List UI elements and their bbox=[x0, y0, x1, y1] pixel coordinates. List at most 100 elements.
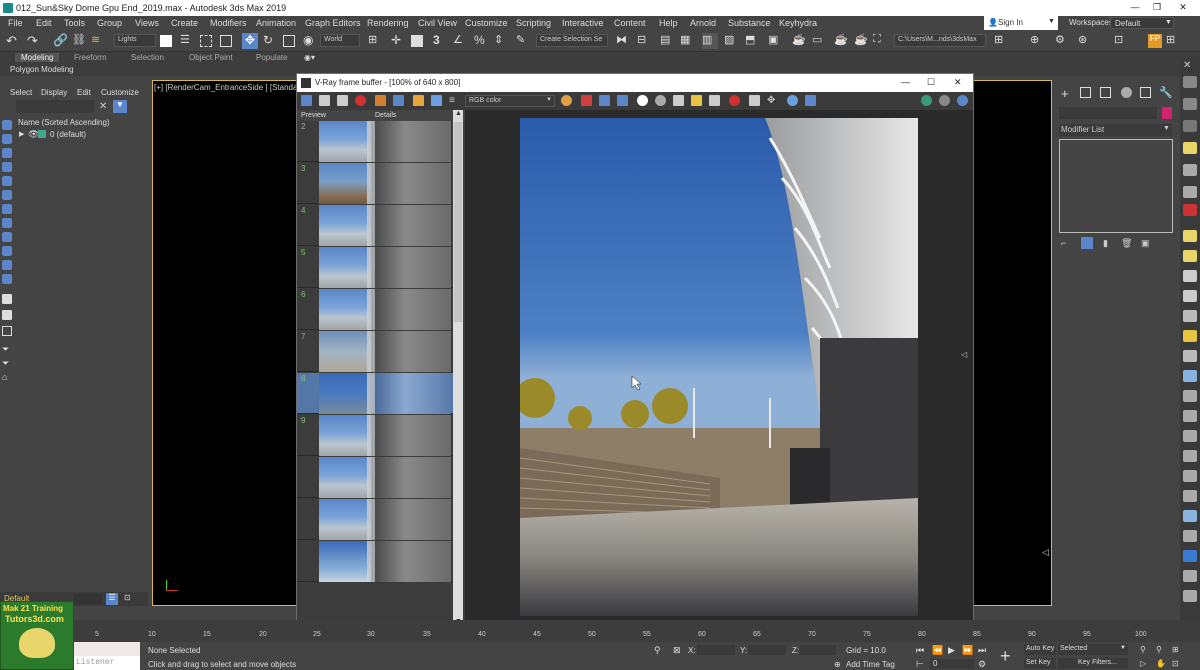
scale-icon[interactable] bbox=[283, 35, 295, 47]
tab-customize[interactable]: Customize bbox=[101, 88, 139, 97]
play-icon[interactable]: ▶ bbox=[948, 645, 955, 656]
utilities-tab-icon[interactable]: 🔧 bbox=[1159, 86, 1173, 99]
project-folder-icon[interactable]: ⊞ bbox=[994, 33, 1010, 49]
ribbon-options-icon[interactable]: ◉▾ bbox=[304, 53, 315, 62]
filter-icon[interactable]: ▼ bbox=[113, 100, 127, 113]
filter-funnel2-icon[interactable]: ⏷ bbox=[2, 358, 9, 369]
configure-modifier-sets-icon[interactable]: ▣ bbox=[1141, 238, 1150, 249]
display-geometry-icon[interactable] bbox=[2, 134, 12, 144]
save-all-icon[interactable] bbox=[673, 95, 684, 106]
close-icon[interactable]: ✕ bbox=[1176, 2, 1190, 14]
tool-1-icon[interactable] bbox=[1183, 76, 1197, 88]
nav-fov-icon[interactable]: ✋ bbox=[1156, 659, 1166, 668]
invert-display-icon[interactable] bbox=[2, 326, 12, 336]
menu-rendering[interactable]: Rendering bbox=[367, 18, 409, 28]
selection-filter-dropdown[interactable]: Lights bbox=[114, 34, 156, 47]
percent-snap-icon[interactable]: % bbox=[474, 33, 490, 49]
tool-13-icon[interactable] bbox=[1183, 330, 1197, 342]
redo-icon[interactable]: ↷ bbox=[27, 33, 43, 49]
copy-to-max-icon[interactable] bbox=[375, 95, 386, 106]
mirror-icon[interactable]: ⧓ bbox=[616, 33, 632, 49]
history-item[interactable]: 7 bbox=[297, 331, 453, 372]
listener-top[interactable] bbox=[74, 642, 140, 656]
history-item[interactable]: 2 bbox=[297, 121, 453, 162]
modifier-list-dropdown[interactable]: Modifier List ▼ bbox=[1059, 124, 1172, 136]
toggle-ribbon-icon[interactable]: ▥ bbox=[702, 33, 718, 49]
remove-modifier-icon[interactable]: 🗑 bbox=[1121, 238, 1132, 249]
forest-pack-icon[interactable]: FP bbox=[1148, 34, 1162, 48]
object-color-swatch[interactable] bbox=[1162, 107, 1172, 119]
rotate-icon[interactable]: ↻ bbox=[263, 33, 279, 49]
select-object-icon[interactable] bbox=[160, 35, 172, 47]
tool-9-icon[interactable] bbox=[1183, 250, 1197, 262]
pin-stack-icon[interactable]: ⌐ bbox=[1061, 238, 1066, 248]
history-item-selected[interactable]: 8 bbox=[297, 373, 453, 414]
render-region-icon[interactable]: ⛶ bbox=[873, 33, 889, 49]
set-key-button[interactable]: Set Key bbox=[1024, 658, 1056, 669]
tab-selection[interactable]: Selection bbox=[131, 53, 164, 62]
tab-select[interactable]: Select bbox=[10, 88, 32, 97]
y-coordinate-field[interactable] bbox=[748, 645, 786, 655]
snaps-toggle-icon[interactable]: 3 bbox=[433, 33, 449, 49]
move-icon[interactable]: ✥ bbox=[242, 33, 258, 49]
display-bones-icon[interactable] bbox=[2, 246, 12, 256]
project-path-dropdown[interactable]: C:\Users\M...nds\3dsMax bbox=[894, 34, 986, 47]
display-none2-icon[interactable] bbox=[2, 310, 12, 320]
explorer-options-icon[interactable]: ⊡ bbox=[124, 593, 136, 605]
link-icon[interactable]: 🔗 bbox=[53, 33, 69, 49]
pixel-info-icon[interactable] bbox=[805, 95, 816, 106]
make-unique-icon[interactable]: ▮ bbox=[1103, 238, 1108, 249]
key-filters-button[interactable]: Key Filters... bbox=[1058, 658, 1128, 669]
menu-file[interactable]: File bbox=[8, 18, 23, 28]
schematic-view-icon[interactable]: ⬒ bbox=[745, 33, 761, 49]
track-mouse-icon[interactable] bbox=[749, 95, 760, 106]
render-iterative-icon[interactable]: ☕ bbox=[854, 33, 870, 49]
menu-modifiers[interactable]: Modifiers bbox=[210, 18, 247, 28]
edit-named-sets-icon[interactable]: ✎ bbox=[516, 33, 532, 49]
ipr-pause-icon[interactable] bbox=[939, 95, 950, 106]
layers-icon[interactable] bbox=[393, 95, 404, 106]
restore-icon[interactable]: ❐ bbox=[1150, 2, 1164, 14]
tool-8-icon[interactable] bbox=[1183, 230, 1197, 242]
tool-12-icon[interactable] bbox=[1183, 310, 1197, 322]
menu-civil-view[interactable]: Civil View bbox=[418, 18, 457, 28]
tool-6-icon[interactable] bbox=[1183, 186, 1197, 198]
history-item[interactable] bbox=[297, 541, 453, 582]
railclone-icon[interactable]: ⊞ bbox=[1166, 33, 1182, 49]
tool-22-icon[interactable] bbox=[1183, 510, 1197, 522]
menu-tools[interactable]: Tools bbox=[64, 18, 85, 28]
workspaces-dropdown[interactable]: Default ▼ bbox=[1110, 17, 1174, 29]
previous-frame-icon[interactable]: ⏪ bbox=[932, 645, 943, 656]
align-icon[interactable]: ⊟ bbox=[637, 33, 653, 49]
display-containers-icon[interactable] bbox=[2, 260, 12, 270]
toggle-grid-icon[interactable]: ⊡ bbox=[1114, 33, 1130, 49]
search-input[interactable] bbox=[16, 100, 94, 113]
clear-image-icon[interactable] bbox=[355, 95, 366, 106]
vfb-title-bar[interactable]: V-Ray frame buffer - [100% of 640 x 800]… bbox=[297, 74, 973, 92]
tab-object-paint[interactable]: Object Paint bbox=[189, 53, 233, 62]
history-item[interactable]: 6 bbox=[297, 289, 453, 330]
set-key-big-icon[interactable]: + bbox=[1000, 646, 1011, 667]
sort-column-header[interactable]: Name (Sorted Ascending) bbox=[18, 118, 110, 127]
time-config-icon[interactable]: ⚙ bbox=[978, 659, 986, 670]
display-cameras-icon[interactable] bbox=[2, 176, 12, 186]
history-item[interactable] bbox=[297, 499, 453, 540]
tool-10-icon[interactable] bbox=[1183, 270, 1197, 282]
display-helpers-icon[interactable] bbox=[2, 190, 12, 200]
tab-display[interactable]: Display bbox=[41, 88, 67, 97]
vfb-close-icon[interactable]: ✕ bbox=[954, 77, 962, 88]
ipr-start-icon[interactable] bbox=[921, 95, 932, 106]
menu-icon[interactable]: ≡ bbox=[449, 95, 460, 106]
menu-keyhydra[interactable]: Keyhydra bbox=[779, 18, 817, 28]
angle-snap-icon[interactable]: ∠ bbox=[453, 33, 469, 49]
object-name-field[interactable] bbox=[1059, 107, 1157, 119]
nav-pan-icon[interactable]: ⚲ bbox=[1140, 645, 1146, 654]
render-last-icon[interactable] bbox=[729, 95, 740, 106]
nav-zoom-icon[interactable]: ⚲ bbox=[1156, 645, 1162, 654]
load-image-icon[interactable] bbox=[337, 95, 348, 106]
history-item[interactable]: 9 bbox=[297, 415, 453, 456]
x-coordinate-field[interactable] bbox=[697, 645, 735, 655]
history-item[interactable]: 4 bbox=[297, 205, 453, 246]
material-editor-icon[interactable]: ▣ bbox=[768, 33, 784, 49]
tool-14-icon[interactable] bbox=[1183, 350, 1197, 362]
